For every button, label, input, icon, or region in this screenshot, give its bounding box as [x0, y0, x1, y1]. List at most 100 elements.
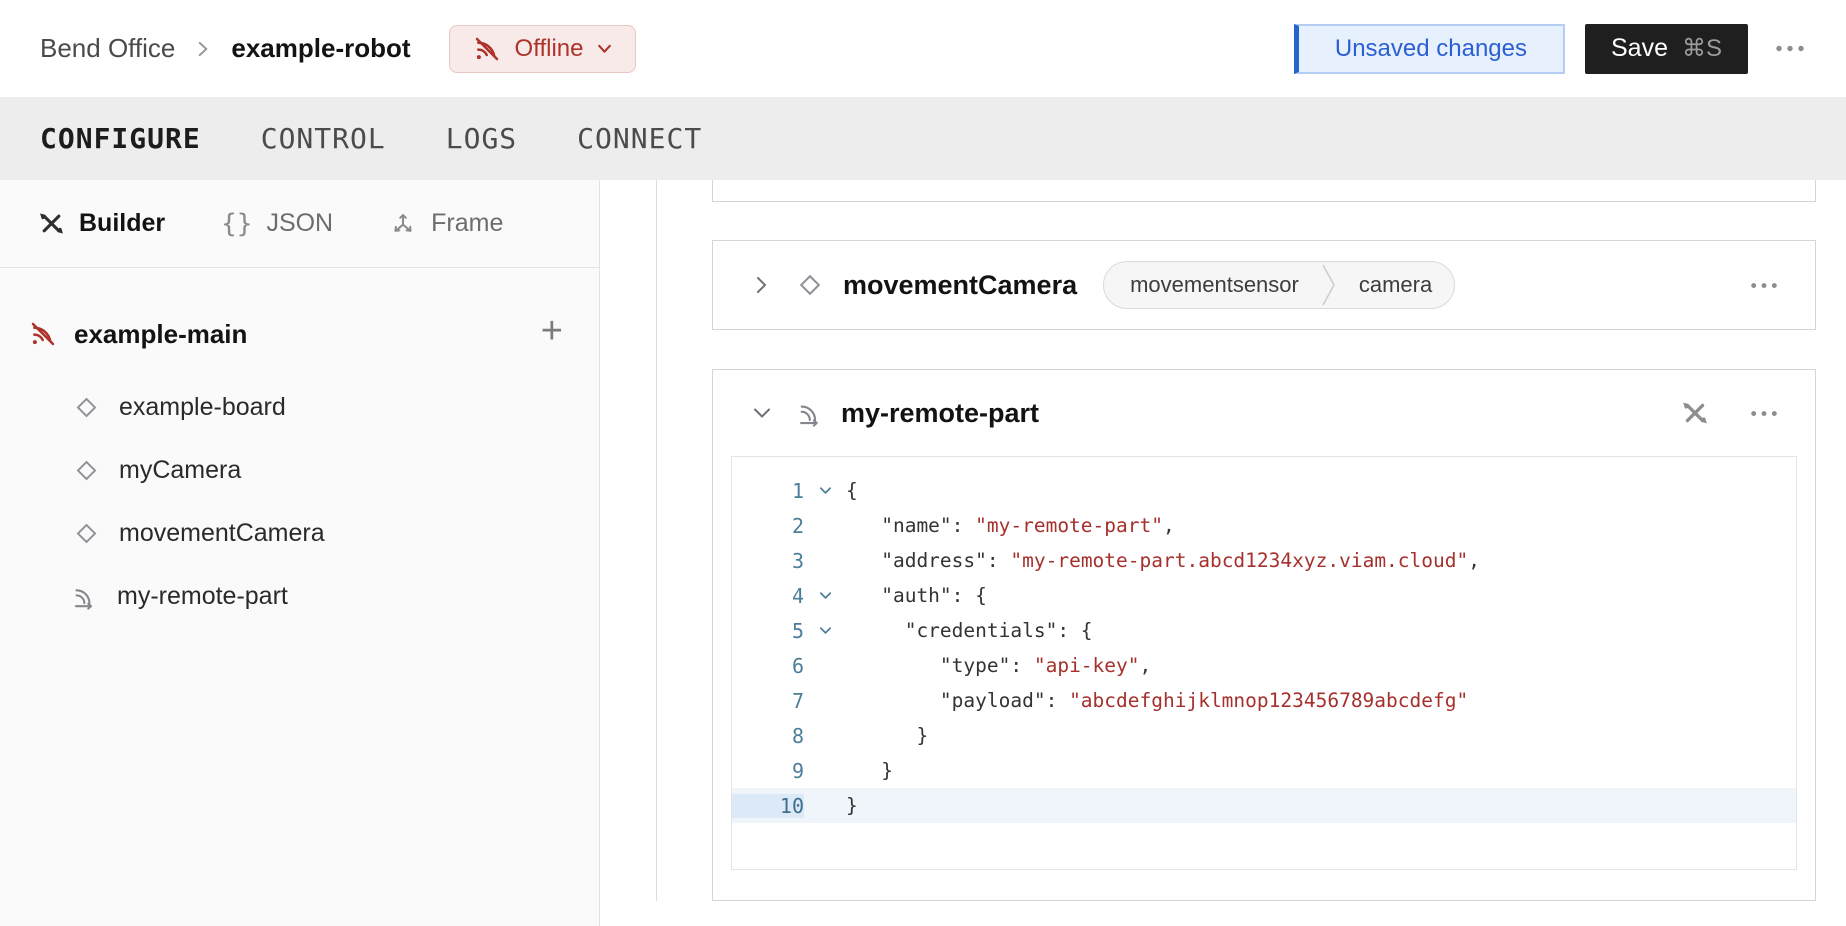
tree-item-label: my-remote-part — [117, 582, 288, 611]
component-diamond-icon — [795, 270, 825, 300]
card-title: movementCamera — [843, 270, 1077, 301]
tab-control[interactable]: CONTROL — [231, 122, 416, 155]
sidebar-item-example-board[interactable]: example-board — [72, 376, 599, 439]
remote-icon — [72, 583, 99, 610]
code-line-10[interactable]: 10} — [732, 788, 1796, 823]
tag-camera: camera — [1337, 272, 1454, 298]
line-number: 10 — [732, 794, 804, 818]
card-overflow-menu-button[interactable] — [1743, 403, 1785, 424]
model-tags: movementsensor camera — [1103, 261, 1455, 309]
code-text: "name": "my-remote-part", — [846, 508, 1796, 543]
code-lines: 1{2 "name": "my-remote-part",3 "address"… — [732, 457, 1796, 823]
remote-card-header: my-remote-part — [713, 370, 1815, 456]
mode-tab-builder[interactable]: Builder — [38, 209, 165, 238]
sidebar-item-mycamera[interactable]: myCamera — [72, 439, 599, 502]
chevron-down-icon — [596, 40, 613, 57]
sidebar: Builder {} JSON Frame — [0, 180, 600, 926]
expand-chevron-right-icon[interactable] — [751, 274, 773, 296]
json-code-editor[interactable]: 1{2 "name": "my-remote-part",3 "address"… — [731, 456, 1797, 870]
tab-bar: CONFIGURECONTROLLOGSCONNECT — [0, 97, 1846, 180]
line-number: 7 — [732, 689, 804, 713]
sidebar-item-example-main[interactable]: example-main + — [28, 310, 599, 358]
code-line-2[interactable]: 2 "name": "my-remote-part", — [732, 508, 1796, 543]
remote-icon — [797, 399, 825, 427]
add-component-button[interactable]: + — [541, 312, 563, 350]
mode-tab-frame[interactable]: Frame — [389, 209, 503, 238]
code-text: "auth": { — [846, 578, 1796, 613]
line-number: 4 — [732, 584, 804, 608]
line-number: 6 — [732, 654, 804, 678]
code-text: } — [846, 753, 1796, 788]
tree-children: example-board myCamera movementCamera my-re… — [72, 376, 599, 628]
tab-connect[interactable]: CONNECT — [547, 122, 732, 155]
line-number: 2 — [732, 514, 804, 538]
tree-item-label: myCamera — [119, 456, 241, 485]
tools-icon — [1681, 399, 1709, 427]
mode-tab-label: Frame — [431, 209, 503, 238]
mode-tab-json[interactable]: {} JSON — [221, 209, 333, 239]
card-overflow-menu-button[interactable] — [1743, 275, 1785, 296]
json-plain-token: , — [1163, 514, 1175, 537]
card-title: my-remote-part — [841, 398, 1039, 429]
save-shortcut: ⌘S — [1682, 34, 1722, 63]
code-text: } — [846, 718, 1796, 753]
code-line-9[interactable]: 9 } — [732, 753, 1796, 788]
collapse-chevron-down-icon[interactable] — [751, 402, 773, 424]
component-diamond-icon — [72, 519, 101, 548]
fold-chevron-down-icon[interactable] — [804, 623, 846, 638]
mode-tab-label: JSON — [266, 209, 333, 238]
ellipsis-icon — [1774, 44, 1806, 53]
code-line-1[interactable]: 1{ — [732, 473, 1796, 508]
tree-item-label: movementCamera — [119, 519, 325, 548]
code-line-3[interactable]: 3 "address": "my-remote-part.abcd1234xyz… — [732, 543, 1796, 578]
code-line-7[interactable]: 7 "payload": "abcdefghijklmnop123456789a… — [732, 683, 1796, 718]
code-text: "payload": "abcdefghijklmnop123456789abc… — [846, 683, 1796, 718]
header-overflow-menu-button[interactable] — [1768, 38, 1812, 59]
code-line-5[interactable]: 5 "credentials": { — [732, 613, 1796, 648]
json-plain-token: "payload": — [846, 689, 1069, 712]
movement-camera-card: movementCamera movementsensor camera — [712, 240, 1816, 330]
frame-axes-icon — [389, 210, 417, 238]
config-mode-switcher: Builder {} JSON Frame — [0, 180, 599, 268]
json-string-value: "my-remote-part" — [975, 514, 1163, 537]
breadcrumb-org-link[interactable]: Bend Office — [40, 33, 175, 64]
code-text: { — [846, 473, 1796, 508]
robot-name: example-robot — [231, 33, 410, 64]
code-line-8[interactable]: 8 } — [732, 718, 1796, 753]
tag-movementsensor: movementsensor — [1104, 272, 1321, 298]
fold-chevron-down-icon[interactable] — [804, 588, 846, 603]
header: Bend Office example-robot Offline — [0, 0, 1846, 97]
code-line-4[interactable]: 4 "auth": { — [732, 578, 1796, 613]
code-text: "credentials": { — [846, 613, 1796, 648]
tools-icon — [38, 210, 65, 237]
code-line-6[interactable]: 6 "type": "api-key", — [732, 648, 1796, 683]
json-plain-token: "name": — [846, 514, 975, 537]
line-number: 5 — [732, 619, 804, 643]
status-dropdown[interactable]: Offline — [449, 25, 637, 73]
remote-part-card: my-remote-part 1{2 "name": "my-remote-pa… — [712, 369, 1816, 901]
tree-item-label: example-board — [119, 393, 286, 422]
header-actions: Unsaved changes Save ⌘S — [1294, 24, 1812, 74]
unsaved-changes-badge[interactable]: Unsaved changes — [1294, 24, 1565, 74]
sidebar-item-movementcamera[interactable]: movementCamera — [72, 502, 599, 565]
json-string-value: "my-remote-part.abcd1234xyz.viam.cloud" — [1010, 549, 1468, 572]
ellipsis-icon — [1749, 409, 1779, 418]
tab-configure[interactable]: CONFIGURE — [40, 122, 231, 155]
fold-chevron-down-icon[interactable] — [804, 483, 846, 498]
json-plain-token: } — [846, 759, 893, 782]
sidebar-item-my-remote-part[interactable]: my-remote-part — [72, 565, 599, 628]
mode-tab-label: Builder — [79, 209, 165, 238]
json-string-value: "api-key" — [1034, 654, 1140, 677]
partial-card — [712, 180, 1816, 202]
json-plain-token: { — [846, 479, 858, 502]
json-plain-token: "type": — [846, 654, 1034, 677]
chevron-right-icon — [193, 39, 213, 59]
line-number: 8 — [732, 724, 804, 748]
save-button[interactable]: Save ⌘S — [1585, 24, 1748, 74]
configure-tools-button[interactable] — [1681, 399, 1709, 427]
tab-logs[interactable]: LOGS — [416, 122, 547, 155]
line-number: 9 — [732, 759, 804, 783]
json-plain-token: } — [846, 794, 858, 817]
robot-config-page: Bend Office example-robot Offline — [0, 0, 1846, 926]
component-diamond-icon — [72, 393, 101, 422]
